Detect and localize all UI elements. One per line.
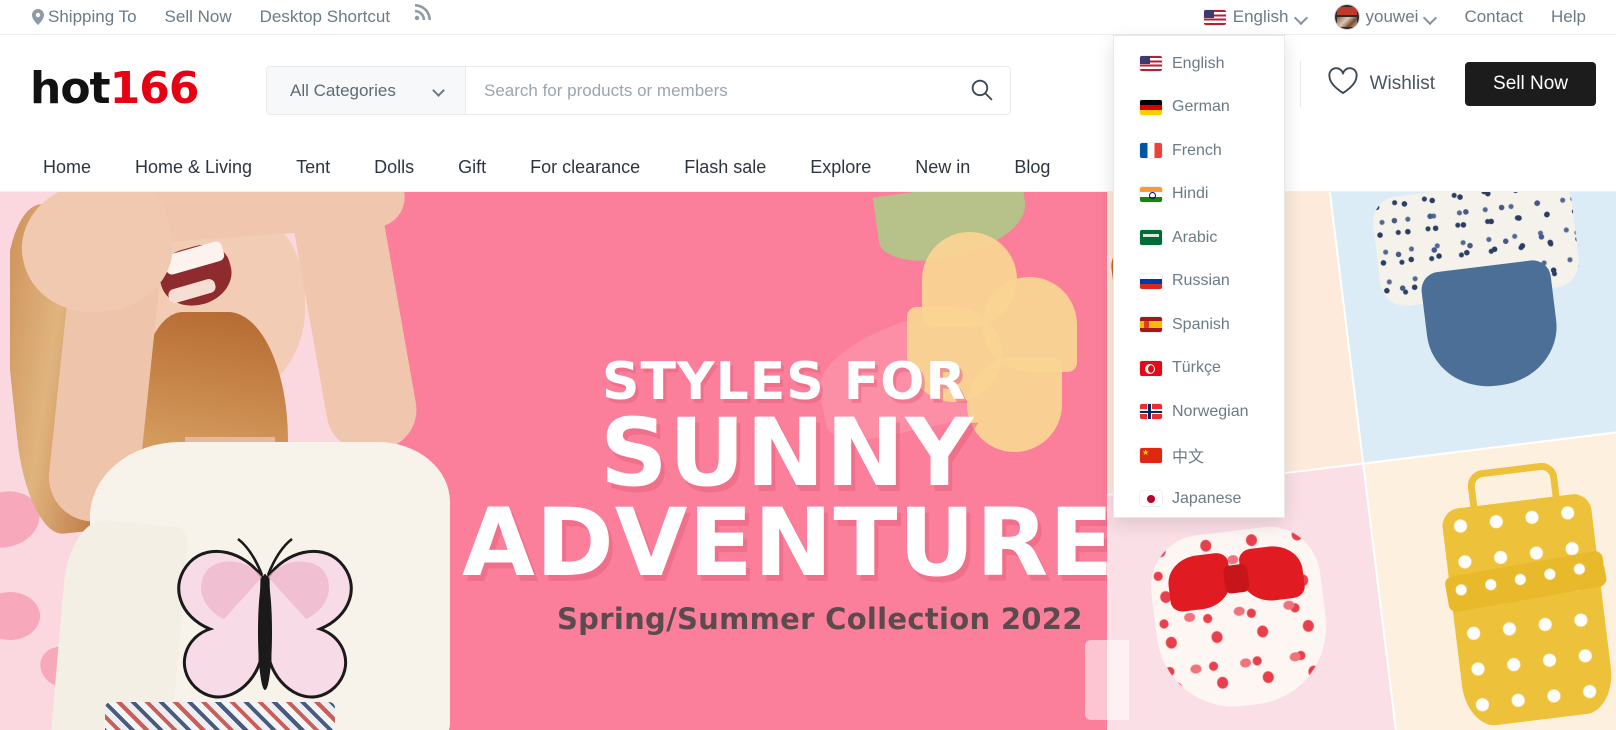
language-option-chinese[interactable]: 中文 [1114,434,1284,478]
nav-item-for-clearance[interactable]: For clearance [508,143,662,191]
search-button[interactable] [952,67,1010,114]
contact-link[interactable]: Contact [1450,0,1537,34]
account-name-label: youwei [1365,7,1419,26]
language-option-french[interactable]: French [1114,129,1284,173]
top-utility-bar: Shipping To Sell Now Desktop Shortcut En… [0,0,1616,35]
language-option-japanese[interactable]: Japanese [1114,477,1284,521]
search-icon [969,77,994,105]
hero-headline-line3: ADVENTURES [462,489,1107,598]
ru-flag-icon [1140,273,1162,289]
language-dropdown-menu[interactable]: English German French Hindi Arabic Russi… [1113,35,1285,518]
hero-model-photo [10,192,450,730]
product-tile-floral-denim-set [1327,192,1616,463]
topbar-left-links: Shipping To Sell Now Desktop Shortcut [0,0,441,34]
shipping-to-link[interactable]: Shipping To [26,0,151,34]
sa-flag-icon [1140,230,1162,246]
nav-item-dolls[interactable]: Dolls [352,143,436,191]
language-option-hindi[interactable]: Hindi [1114,173,1284,217]
us-flag-icon [1140,56,1162,72]
nav-item-flash-sale[interactable]: Flash sale [662,143,788,191]
chevron-down-icon [1296,12,1307,23]
hero-left-panel: STYLES FOR SUNNY ADVENTURES Spring/Summe… [0,192,1107,730]
desktop-shortcut-link[interactable]: Desktop Shortcut [246,0,404,34]
location-pin-icon [32,3,44,25]
language-option-english[interactable]: English [1114,42,1284,86]
category-select-label: All Categories [290,80,396,100]
nav-item-blog[interactable]: Blog [992,143,1072,191]
hero-headline-line2: SUNNY [600,399,975,508]
jp-flag-icon [1140,491,1162,507]
language-option-russian[interactable]: Russian [1114,260,1284,304]
language-option-arabic[interactable]: Arabic [1114,216,1284,260]
hero-banner[interactable]: STYLES FOR SUNNY ADVENTURES Spring/Summe… [0,192,1616,730]
language-option-label: English [1172,54,1225,72]
header-actions: Wishlist Sell Now [1299,61,1596,107]
search-input[interactable] [466,67,952,114]
sell-now-button[interactable]: Sell Now [1465,62,1596,106]
wishlist-button[interactable]: Wishlist [1327,66,1436,102]
language-option-label: Russian [1172,272,1230,290]
language-option-label: Norwegian [1172,402,1249,420]
nav-item-gift[interactable]: Gift [436,143,508,191]
shipping-to-label: Shipping To [48,7,137,26]
sell-now-top-link[interactable]: Sell Now [151,0,246,34]
language-option-spanish[interactable]: Spanish [1114,303,1284,347]
header-divider [1299,61,1301,107]
language-option-label: Japanese [1172,489,1242,507]
tr-flag-icon [1140,360,1162,376]
fr-flag-icon [1140,143,1162,159]
language-option-norwegian[interactable]: Norwegian [1114,390,1284,434]
account-menu[interactable]: youwei [1321,0,1451,34]
category-select[interactable]: All Categories [267,67,466,114]
language-option-label: French [1172,141,1222,159]
search-bar: All Categories [266,66,1011,115]
hero-text-block: STYLES FOR SUNNY ADVENTURES Spring/Summe… [452,192,1107,730]
chevron-down-icon [1425,12,1436,23]
user-avatar [1334,5,1359,29]
es-flag-icon [1140,317,1162,333]
logo-text-red: 166 [109,63,200,114]
us-flag-icon [1203,9,1226,25]
language-option-label: Arabic [1172,228,1218,246]
butterfly-graphic [150,537,380,727]
nav-item-home-living[interactable]: Home & Living [113,143,274,191]
help-link[interactable]: Help [1537,0,1600,34]
chevron-down-icon [434,85,445,96]
no-flag-icon [1140,404,1162,420]
topbar-right-links: English youwei Contact Help [1190,0,1616,34]
nav-item-tent[interactable]: Tent [274,143,352,191]
rss-feed-icon[interactable] [404,0,441,34]
site-logo[interactable]: hot166 [30,67,199,111]
nav-item-home[interactable]: Home [21,143,113,191]
language-option-label: Spanish [1172,315,1230,333]
page-root: Shipping To Sell Now Desktop Shortcut En… [0,0,1616,730]
language-switcher[interactable]: English [1190,0,1321,34]
language-option-label: German [1172,98,1230,116]
hero-subtitle: Spring/Summer Collection 2022 [557,602,1083,636]
main-navigation: Home Home & Living Tent Dolls Gift For c… [0,143,1616,192]
cn-flag-icon [1140,447,1162,463]
language-option-turkce[interactable]: Türkçe [1114,347,1284,391]
in-flag-icon [1140,186,1162,202]
language-option-german[interactable]: German [1114,86,1284,130]
nav-item-new-in[interactable]: New in [893,143,992,191]
language-option-label: 中文 [1172,449,1205,467]
wishlist-label: Wishlist [1369,73,1436,94]
de-flag-icon [1140,99,1162,115]
language-option-label: Hindi [1172,185,1209,203]
heart-icon [1327,66,1359,102]
language-selected-label: English [1232,7,1289,26]
logo-text-black: hot [30,63,111,114]
carousel-next-arrow[interactable] [1085,640,1129,720]
site-header: hot166 All Categories Search for product… [0,35,1616,143]
language-option-label: Türkçe [1172,359,1221,377]
nav-item-explore[interactable]: Explore [788,143,893,191]
product-tile-yellow-polka-jumpsuit [1364,428,1616,730]
